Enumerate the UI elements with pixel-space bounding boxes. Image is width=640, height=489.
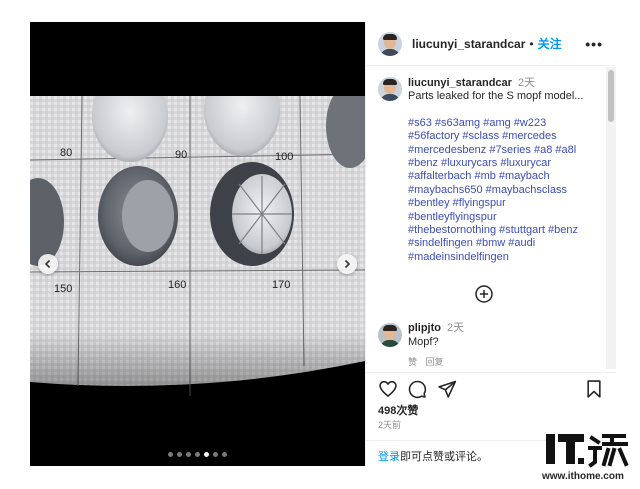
carousel-dot bbox=[222, 452, 227, 457]
hashtag-text[interactable]: #sindelfingen #bmw #audi bbox=[408, 237, 535, 249]
carousel-dot bbox=[213, 452, 218, 457]
hashtag-line[interactable]: #56factory #sclass #mercedes bbox=[408, 130, 604, 143]
carousel-dot bbox=[204, 452, 209, 457]
hashtag-line[interactable]: #s63 #s63amg #amg #w223 bbox=[408, 117, 604, 130]
header-separator: • bbox=[529, 36, 534, 51]
caption-time: 2天 bbox=[517, 77, 536, 89]
caption-text: Parts leaked for the S mopf model... bbox=[408, 90, 584, 103]
hashtag-line[interactable]: #madeinsindelfingen bbox=[408, 251, 604, 264]
hashtag-line[interactable]: #affalterbach #mb #maybach bbox=[408, 170, 604, 183]
hashtag-text[interactable]: #bentleyflyingspur bbox=[408, 211, 497, 223]
login-link[interactable]: 登录 bbox=[378, 451, 400, 463]
comment-like-link[interactable]: 赞 bbox=[408, 357, 417, 367]
hashtag-line[interactable]: #maybachs650 #maybachsclass bbox=[408, 184, 604, 197]
post-photo: 80 90 100 150 160 170 bbox=[30, 96, 365, 408]
hashtag-text[interactable]: #benz #luxurycars #luxurycar bbox=[408, 157, 551, 169]
carousel-prev-button[interactable] bbox=[38, 254, 58, 274]
chevron-right-icon bbox=[344, 259, 351, 269]
follow-button[interactable]: 关注 bbox=[538, 35, 562, 52]
hashtag-list: #s63 #s63amg #amg #w223 #56factory #sclas… bbox=[408, 117, 604, 264]
carousel-dot bbox=[168, 452, 173, 457]
caption: liucunyi_starandcar 2天 Parts leaked for t… bbox=[378, 77, 604, 264]
post-date: 2天前 bbox=[378, 420, 402, 430]
carousel-indicator bbox=[30, 452, 365, 457]
scrollbar[interactable] bbox=[606, 67, 616, 369]
ithome-logo-icon bbox=[546, 434, 629, 468]
login-text: 即可点赞或评论。 bbox=[400, 451, 488, 463]
header-username[interactable]: liucunyi_starandcar bbox=[412, 37, 525, 51]
hashtag-text[interactable]: #56factory #sclass #mercedes bbox=[408, 130, 557, 142]
hashtag-text[interactable]: #affalterbach #mb #maybach bbox=[408, 170, 550, 182]
hashtag-line[interactable]: #mercedesbenz #7series #a8 #a8l bbox=[408, 144, 604, 157]
chevron-left-icon bbox=[44, 259, 51, 269]
avatar[interactable] bbox=[378, 323, 402, 347]
avatar[interactable] bbox=[378, 77, 402, 101]
caption-username[interactable]: liucunyi_starandcar bbox=[408, 77, 512, 89]
carousel-dot bbox=[186, 452, 191, 457]
post-panel: liucunyi_starandcar • 关注 ••• liucunyi_st… bbox=[365, 22, 616, 466]
hashtag-text[interactable]: #mercedesbenz #7series #a8 #a8l bbox=[408, 144, 576, 156]
hashtag-text[interactable]: #maybachs650 #maybachsclass bbox=[408, 184, 567, 196]
likes-count[interactable]: 498次赞 bbox=[378, 402, 418, 418]
wheels-photo: 80 90 100 150 160 170 bbox=[30, 96, 365, 408]
hashtag-line[interactable]: #thebestornothing #stuttgart #benz bbox=[408, 224, 604, 237]
bookmark-icon[interactable] bbox=[584, 379, 604, 399]
share-icon[interactable] bbox=[437, 379, 457, 399]
comment-text: Mopf? bbox=[408, 336, 439, 348]
hashtag-line[interactable]: #bentley #flyingspur bbox=[408, 197, 604, 210]
more-options-icon[interactable]: ••• bbox=[585, 36, 603, 52]
hashtag-line[interactable]: #sindelfingen #bmw #audi bbox=[408, 237, 604, 250]
hashtag-text[interactable]: #bentley #flyingspur bbox=[408, 197, 506, 209]
hashtag-line[interactable]: #bentleyflyingspur bbox=[408, 211, 604, 224]
comment-icon[interactable] bbox=[407, 379, 427, 399]
carousel-dot bbox=[195, 452, 200, 457]
comment-item: plipjto 2天 Mopf? 赞 回复 bbox=[378, 321, 604, 369]
heart-icon[interactable] bbox=[378, 379, 398, 399]
hashtag-text[interactable]: #madeinsindelfingen bbox=[408, 251, 509, 263]
action-bar bbox=[366, 372, 616, 400]
carousel-next-button[interactable] bbox=[337, 254, 357, 274]
scrollbar-thumb[interactable] bbox=[608, 70, 614, 122]
hashtag-text[interactable]: #s63 #s63amg #amg #w223 bbox=[408, 117, 546, 129]
comment-time: 2天 bbox=[447, 322, 465, 334]
hashtag-line[interactable]: #benz #luxurycars #luxurycar bbox=[408, 157, 604, 170]
avatar[interactable] bbox=[378, 31, 402, 56]
comments-scroll-area[interactable]: liucunyi_starandcar 2天 Parts leaked for t… bbox=[366, 67, 616, 369]
post-header: liucunyi_starandcar • 关注 ••• bbox=[366, 22, 615, 66]
comment-reply-link[interactable]: 回复 bbox=[426, 357, 444, 367]
plus-circle-icon[interactable] bbox=[474, 284, 494, 304]
watermark-url: www.ithome.com bbox=[542, 471, 624, 482]
hashtag-text[interactable]: #thebestornothing #stuttgart #benz bbox=[408, 224, 578, 236]
carousel-dot bbox=[177, 452, 182, 457]
comment-username[interactable]: plipjto bbox=[408, 322, 441, 334]
post-media: 80 90 100 150 160 170 bbox=[30, 22, 365, 466]
